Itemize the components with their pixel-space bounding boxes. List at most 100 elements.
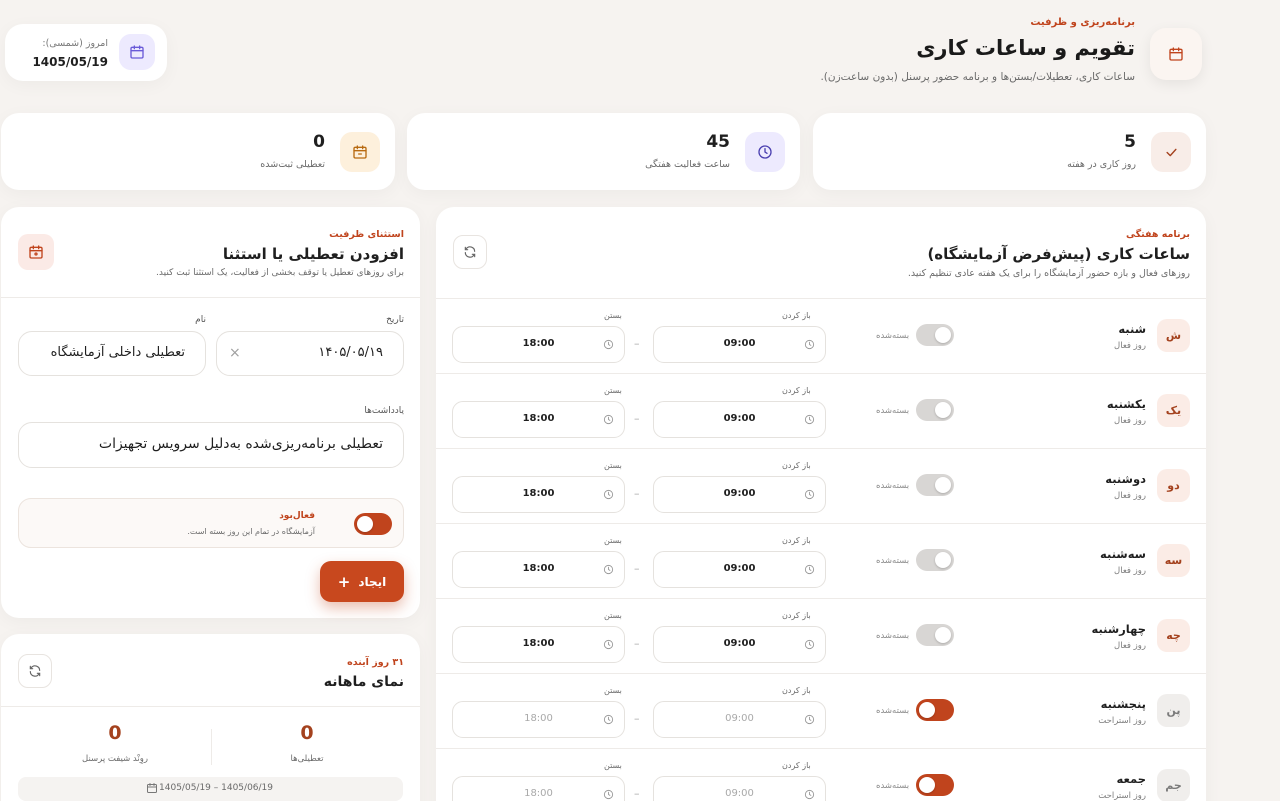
open-time-input[interactable]: 09:00 xyxy=(653,701,826,738)
open-time-value: 09:00 xyxy=(723,638,756,649)
closed-toggle[interactable] xyxy=(916,324,954,346)
holiday-subtitle: برای روزهای تعطیل یا توقف بخشی از فعالیت… xyxy=(156,268,404,278)
holiday-form-card: استثنای ظرفیت افزودن تعطیلی یا استثنا بر… xyxy=(1,207,420,618)
weekly-title: ساعات کاری (پیش‌فرض آزمایشگاه) xyxy=(927,245,1190,263)
open-time-value: 09:00 xyxy=(725,788,754,799)
closed-label: بسته‌شده xyxy=(876,406,910,416)
page-header-icon xyxy=(1150,28,1202,80)
close-time-label: بستن xyxy=(604,686,622,695)
day-type: روز فعال xyxy=(1114,341,1146,351)
active-description: آزمایشگاه در تمام این روز بسته است. xyxy=(187,527,315,536)
open-time-value: 09:00 xyxy=(723,488,756,499)
refresh-icon xyxy=(464,246,476,258)
refresh-icon xyxy=(29,665,41,677)
day-row: ش شنبه روز فعال بسته‌شده باز کردن 09:00 – بستن 1… xyxy=(436,298,1206,373)
open-time-input[interactable]: 09:00 xyxy=(653,326,826,363)
open-time-label: باز کردن xyxy=(782,761,811,770)
calendar-icon xyxy=(353,145,367,159)
today-value: 1405/05/19 xyxy=(32,55,108,69)
weekly-eyebrow: برنامه هفتگی xyxy=(1126,229,1190,240)
close-time-input[interactable]: 18:00 xyxy=(452,626,625,663)
close-time-input[interactable]: 18:00 xyxy=(452,551,625,588)
day-row: سه سه‌شنبه روز فعال بسته‌شده باز کردن 09:00 – ب… xyxy=(436,523,1206,598)
range-dash: – xyxy=(634,637,640,650)
stat-card-workdays: 5 روز کاری در هفته xyxy=(813,113,1206,190)
closed-toggle[interactable] xyxy=(916,474,954,496)
close-time-label: بستن xyxy=(604,311,622,320)
active-toggle[interactable] xyxy=(354,513,392,535)
open-time-label: باز کردن xyxy=(782,386,811,395)
close-time-value: 18:00 xyxy=(524,788,553,799)
close-time-value: 18:00 xyxy=(522,338,555,349)
open-time-input[interactable]: 09:00 xyxy=(653,626,826,663)
today-label: امروز (شمسی): xyxy=(42,38,108,49)
name-input[interactable]: تعطیلی داخلی آزمایشگاه xyxy=(18,331,206,376)
clear-icon[interactable]: × xyxy=(229,345,241,361)
day-row: پن پنجشنبه روز استراحت بسته‌شده باز کردن 09:0… xyxy=(436,673,1206,748)
close-time-value: 18:00 xyxy=(522,488,555,499)
range-dash: – xyxy=(634,487,640,500)
closed-toggle[interactable] xyxy=(916,699,954,721)
monthly-stat-shifts: 0 روِنْد شیفت پرسنل xyxy=(55,722,175,764)
holiday-eyebrow: استثنای ظرفیت xyxy=(329,229,404,240)
day-badge: چه xyxy=(1157,619,1190,652)
day-name: سه‌شنبه xyxy=(1100,547,1146,561)
open-time-input[interactable]: 09:00 xyxy=(653,401,826,438)
open-time-input[interactable]: 09:00 xyxy=(653,476,826,513)
stat-caption: تعطیلی ثبت‌شده xyxy=(260,159,325,170)
name-label: نام xyxy=(195,315,206,325)
page-subtitle: ساعات کاری، تعطیلات/بستن‌ها و برنامه حضو… xyxy=(820,71,1135,83)
date-input[interactable]: ۱۴۰۵/۰۵/۱۹ × xyxy=(216,331,404,376)
monthly-title: نمای ماهانه xyxy=(323,674,404,690)
closed-toggle[interactable] xyxy=(916,624,954,646)
close-time-label: بستن xyxy=(604,761,622,770)
close-time-input[interactable]: 18:00 xyxy=(452,401,625,438)
close-time-input[interactable]: 18:00 xyxy=(452,326,625,363)
date-range-text: 1405/05/19 – 1405/06/19 xyxy=(159,783,273,793)
closed-label: بسته‌شده xyxy=(876,481,910,491)
divider xyxy=(211,729,212,765)
open-time-input[interactable]: 09:00 xyxy=(653,776,826,801)
clock-icon xyxy=(758,145,772,159)
page-eyebrow: برنامه‌ریزی و ظرفیت xyxy=(1030,17,1135,28)
holiday-title: افزودن تعطیلی یا استثنا xyxy=(222,245,404,263)
range-dash: – xyxy=(634,712,640,725)
open-time-label: باز کردن xyxy=(782,611,811,620)
monthly-stat-holidays: 0 تعطیلی‌ها xyxy=(247,722,367,764)
stat-card-hours: 45 ساعت فعالیت هفتگی xyxy=(407,113,800,190)
weekly-schedule-card: برنامه هفتگی ساعات کاری (پیش‌فرض آزمایشگ… xyxy=(436,207,1206,801)
day-badge: دو xyxy=(1157,469,1190,502)
range-dash: – xyxy=(634,412,640,425)
closed-label: بسته‌شده xyxy=(876,556,910,566)
create-button[interactable]: ایجاد + xyxy=(320,561,404,602)
open-time-input[interactable]: 09:00 xyxy=(653,551,826,588)
close-time-input[interactable]: 18:00 xyxy=(452,776,625,801)
close-time-input[interactable]: 18:00 xyxy=(452,701,625,738)
closed-toggle[interactable] xyxy=(916,399,954,421)
stat-value: 0 xyxy=(313,132,325,152)
monthly-refresh-button[interactable] xyxy=(18,654,52,688)
open-time-label: باز کردن xyxy=(782,686,811,695)
open-time-value: 09:00 xyxy=(723,413,756,424)
day-badge: یک xyxy=(1157,394,1190,427)
closed-toggle[interactable] xyxy=(916,549,954,571)
close-time-input[interactable]: 18:00 xyxy=(452,476,625,513)
closed-label: بسته‌شده xyxy=(876,631,910,641)
calendar-icon xyxy=(130,45,144,59)
monthly-stat-value: 0 xyxy=(300,722,314,744)
closed-toggle[interactable] xyxy=(916,774,954,796)
stat-value: 45 xyxy=(706,132,730,152)
day-name: جمعه xyxy=(1116,772,1146,786)
today-icon-tile xyxy=(119,34,155,70)
notes-input[interactable]: تعطیلی برنامه‌ریزی‌شده به‌دلیل سرویس تجه… xyxy=(18,422,404,468)
monthly-view-card: ۳۱ روز آینده نمای ماهانه 0 تعطیلی‌ها 0 ر… xyxy=(1,634,420,801)
weekly-subtitle: روزهای فعال و بازه حضور آزمایشگاه را برا… xyxy=(907,268,1190,279)
name-value: تعطیلی داخلی آزمایشگاه xyxy=(50,345,185,360)
today-card: امروز (شمسی): 1405/05/19 xyxy=(5,24,167,81)
open-time-value: 09:00 xyxy=(723,338,756,349)
weekly-refresh-button[interactable] xyxy=(453,235,487,269)
monthly-stat-caption: روِنْد شیفت پرسنل xyxy=(82,754,148,764)
open-time-label: باز کردن xyxy=(782,311,811,320)
range-dash: – xyxy=(634,787,640,800)
open-time-value: 09:00 xyxy=(723,563,756,574)
